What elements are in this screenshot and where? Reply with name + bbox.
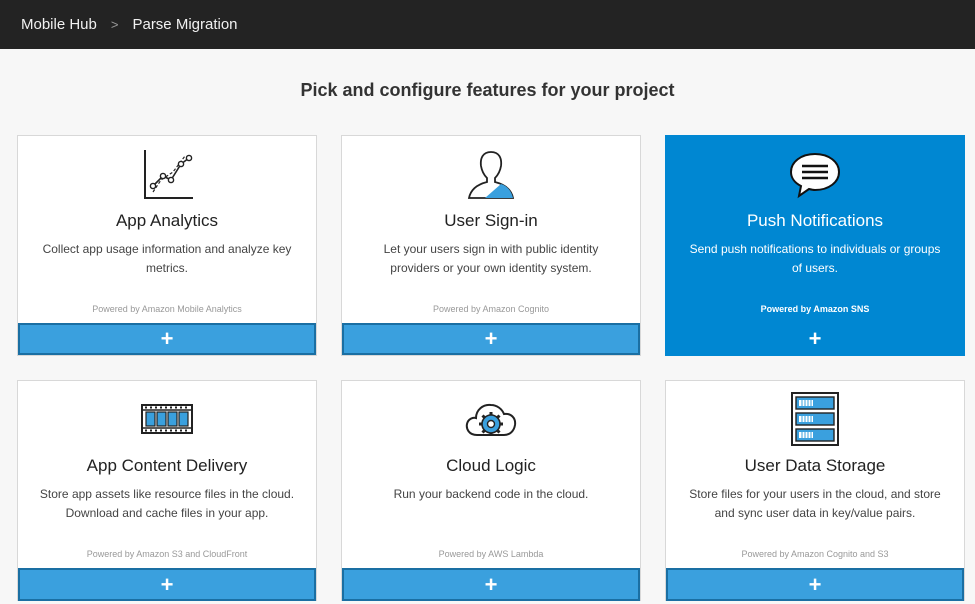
feature-grid: App Analytics Collect app usage informat…: [0, 0, 975, 604]
feature-title: Push Notifications: [746, 211, 884, 230]
plus-icon: +: [160, 326, 174, 351]
feature-description: Run your backend code in the cloud.: [393, 487, 589, 501]
feature-title: User Data Storage: [744, 456, 886, 475]
add-feature-button[interactable]: +: [666, 323, 964, 355]
feature-card-user-data-storage[interactable]: User Data Storage Store files for your u…: [665, 380, 965, 601]
feature-card-push-notifications[interactable]: Push Notifications Send push notificatio…: [665, 135, 965, 356]
feature-description: Store files for your users in the cloud,…: [689, 487, 941, 520]
chat-bubble-icon: [666, 146, 964, 202]
plus-icon: +: [160, 571, 174, 597]
server-stack-icon: [666, 391, 964, 447]
cloud-gear-icon: [342, 391, 640, 447]
feature-title: User Sign-in: [444, 211, 538, 230]
plus-icon: +: [484, 571, 498, 597]
add-feature-button[interactable]: +: [342, 568, 640, 601]
line-chart-icon: [18, 146, 316, 202]
feature-description: Let your users sign in with public ident…: [383, 242, 599, 275]
feature-card-app-analytics[interactable]: App Analytics Collect app usage informat…: [17, 135, 317, 356]
plus-icon: +: [808, 571, 822, 597]
feature-powered-by: Powered by Amazon Mobile Analytics: [92, 304, 242, 314]
film-strip-icon: [18, 391, 316, 447]
feature-description: Collect app usage information and analyz…: [42, 242, 292, 275]
feature-card-user-sign-in[interactable]: User Sign-in Let your users sign in with…: [341, 135, 641, 356]
feature-powered-by: Powered by Amazon SNS: [760, 304, 870, 314]
feature-powered-by: Powered by Amazon Cognito: [432, 304, 550, 314]
add-feature-button[interactable]: +: [666, 568, 964, 601]
feature-title: App Content Delivery: [86, 456, 248, 475]
feature-powered-by: Powered by AWS Lambda: [438, 549, 544, 559]
feature-card-cloud-logic[interactable]: Cloud Logic Run your backend code in the…: [341, 380, 641, 601]
plus-icon: +: [808, 326, 822, 351]
feature-title: App Analytics: [115, 211, 219, 230]
user-icon: [342, 146, 640, 202]
plus-icon: +: [484, 326, 498, 351]
add-feature-button[interactable]: +: [18, 323, 316, 355]
feature-powered-by: Powered by Amazon S3 and CloudFront: [86, 549, 248, 559]
feature-description: Send push notifications to individuals o…: [689, 242, 941, 275]
feature-powered-by: Powered by Amazon Cognito and S3: [741, 549, 889, 559]
feature-description: Store app assets like resource files in …: [39, 487, 295, 520]
feature-card-app-content-delivery[interactable]: App Content Delivery Store app assets li…: [17, 380, 317, 601]
feature-title: Cloud Logic: [446, 456, 536, 475]
add-feature-button[interactable]: +: [342, 323, 640, 355]
add-feature-button[interactable]: +: [18, 568, 316, 601]
